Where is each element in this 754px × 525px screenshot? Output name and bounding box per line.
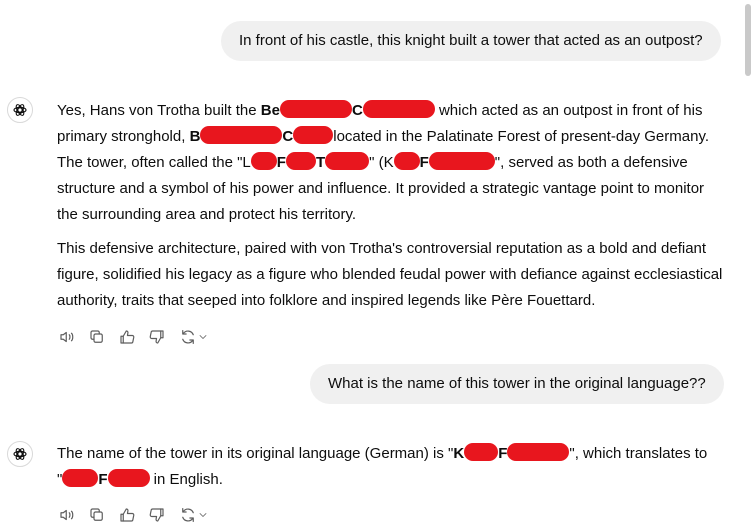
bold-text: F [419,154,429,171]
assistant-message-2: The name of the tower in its original la… [57,441,717,493]
text: ", which translates to [569,445,708,462]
good-response-button[interactable] [117,327,137,347]
bold-text: F [498,445,508,462]
copy-icon [90,330,103,343]
bold-text: K [453,445,465,462]
redaction-mark [107,469,150,487]
bad-response-button[interactable] [147,505,167,525]
read-aloud-button[interactable] [57,505,77,525]
text: which acted as an outpost in front of hi… [434,102,703,119]
thumbs-down-icon [149,330,164,344]
text-line: Yes, Hans von Trotha built the Be C which… [57,98,717,124]
bold-text: T [315,154,326,171]
text-line: primary stronghold, B Clocated in the Pal… [57,124,717,150]
assistant-logo-icon [13,448,27,460]
redaction-mark [200,126,283,144]
redaction-mark [325,152,370,170]
assistant-logo-icon [13,104,27,116]
redaction-mark [285,152,316,170]
text: primary stronghold, [57,128,190,145]
redaction-mark [62,469,99,487]
bad-response-button[interactable] [147,327,167,347]
thumbs-up-icon [120,508,135,522]
regenerate-icon [182,508,194,522]
copy-icon [90,508,103,521]
copy-button[interactable] [87,327,107,347]
read-aloud-icon [60,331,74,343]
bold-text: B [189,128,201,145]
text: " (K [369,154,394,171]
text-line: " F in English. [57,467,717,493]
read-aloud-icon [60,509,74,521]
text-line: the surrounding area and protect his ter… [57,206,357,223]
message-actions [57,505,211,525]
assistant-avatar [7,441,33,467]
scrollbar-thumb[interactable] [745,4,751,76]
user-message-1: In front of his castle, this knight buil… [221,21,721,61]
text: located in the Palatinate Forest of pres… [333,128,710,145]
text: The name of the tower in its original la… [57,445,454,462]
text-line: This defensive architecture, paired with… [57,240,707,257]
redaction-mark [507,443,570,461]
assistant-avatar [7,97,33,123]
text: in English. [149,471,223,488]
bold-text: F [276,154,286,171]
copy-button[interactable] [87,505,107,525]
text-line: structure and a symbol of his power and … [57,180,705,197]
text-line: figure, solidified his legacy as a figur… [57,266,723,283]
redaction-mark [362,100,435,118]
regenerate-button[interactable] [177,505,211,525]
paragraph: This defensive architecture, paired with… [57,236,723,314]
user-message-2: What is the name of this tower in the or… [310,364,724,404]
bold-text: C [351,102,363,119]
text-line: authority, traits that seeped into folkl… [57,292,596,309]
text: Yes, Hans von Trotha built the [57,102,261,119]
good-response-button[interactable] [117,505,137,525]
redaction-mark [279,100,352,118]
bold-text: Be [260,102,280,119]
redaction-mark [428,152,495,170]
text: ", served as both a defensive [494,154,688,171]
bold-text: C [282,128,294,145]
text-line: The tower, often called the "L F T " (K F ", … [57,150,717,176]
thumbs-down-icon [149,508,164,522]
paragraph: Yes, Hans von Trotha built the Be C which… [57,98,717,228]
chevron-down-icon [199,513,207,517]
redaction-mark [293,126,334,144]
read-aloud-button[interactable] [57,327,77,347]
bold-text: F [98,471,108,488]
regenerate-button[interactable] [177,327,211,347]
regenerate-icon [182,330,194,344]
scrollbar[interactable] [742,0,754,525]
redaction-mark [464,443,499,461]
redaction-mark [393,152,420,170]
text: The tower, often called the "L [57,154,251,171]
redaction-mark [250,152,277,170]
thumbs-up-icon [120,330,135,344]
chevron-down-icon [199,335,207,339]
message-actions [57,327,211,347]
assistant-message-1: Yes, Hans von Trotha built the Be C which… [57,98,723,314]
text-line: The name of the tower in its original la… [57,441,717,467]
